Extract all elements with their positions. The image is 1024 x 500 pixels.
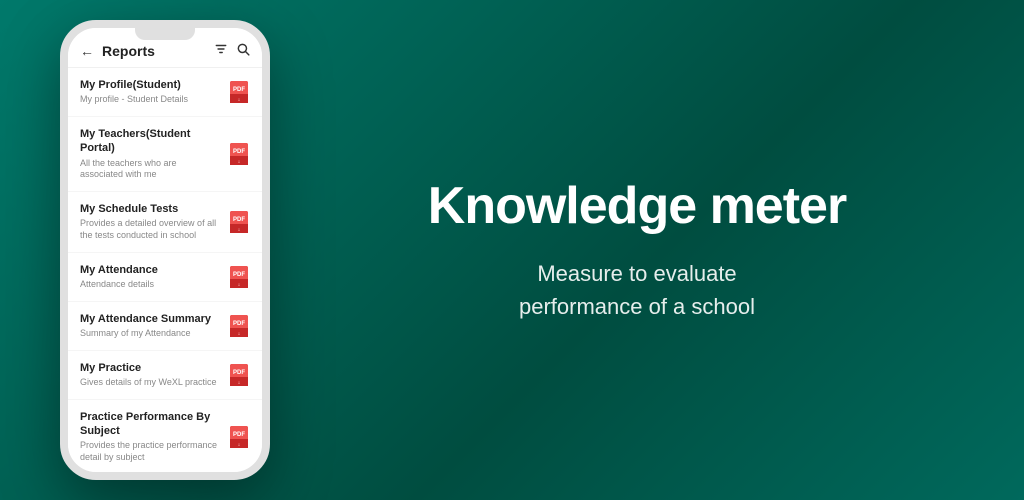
- report-item-text: My Attendance Attendance details: [80, 263, 220, 291]
- report-item-desc: Provides the practice performance detail…: [80, 440, 220, 463]
- right-content: Knowledge meter Measure to evaluate perf…: [270, 177, 964, 323]
- svg-text:PDF: PDF: [233, 217, 245, 223]
- report-item-title: Practice Performance By Subject: [80, 410, 220, 439]
- svg-text:↓: ↓: [238, 380, 241, 386]
- report-item-my-teachers[interactable]: My Teachers(Student Portal) All the teac…: [68, 117, 262, 192]
- report-item-desc: Provides a detailed overview of all the …: [80, 218, 220, 241]
- report-list: My Profile(Student) My profile - Student…: [68, 68, 262, 472]
- svg-text:↓: ↓: [238, 97, 241, 103]
- report-item-title: My Practice: [80, 361, 220, 375]
- report-item-title: My Schedule Tests: [80, 202, 220, 216]
- phone-notch: [135, 28, 195, 40]
- report-item-my-schedule-tests[interactable]: My Schedule Tests Provides a detailed ov…: [68, 192, 262, 253]
- svg-text:↓: ↓: [238, 442, 241, 448]
- svg-text:PDF: PDF: [233, 272, 245, 278]
- svg-text:↓: ↓: [238, 331, 241, 337]
- svg-text:PDF: PDF: [233, 87, 245, 93]
- phone-mockup: ← Reports My Profile(Student): [60, 20, 270, 480]
- report-item-text: My Schedule Tests Provides a detailed ov…: [80, 202, 220, 242]
- svg-text:PDF: PDF: [233, 321, 245, 327]
- report-item-desc: Gives details of my WeXL practice: [80, 377, 220, 389]
- pdf-icon[interactable]: PDF ↓: [228, 313, 250, 339]
- subheading-line2: performance of a school: [519, 294, 755, 319]
- report-item-desc: All the teachers who are associated with…: [80, 158, 220, 181]
- back-button[interactable]: ←: [80, 43, 94, 59]
- report-item-my-attendance[interactable]: My Attendance Attendance details PDF ↓: [68, 253, 262, 302]
- svg-text:↓: ↓: [238, 227, 241, 233]
- report-item-my-profile[interactable]: My Profile(Student) My profile - Student…: [68, 68, 262, 117]
- report-item-my-practice[interactable]: My Practice Gives details of my WeXL pra…: [68, 351, 262, 400]
- pdf-icon[interactable]: PDF ↓: [228, 141, 250, 167]
- pdf-icon[interactable]: PDF ↓: [228, 362, 250, 388]
- report-item-title: My Teachers(Student Portal): [80, 127, 220, 156]
- pdf-icon[interactable]: PDF ↓: [228, 424, 250, 450]
- report-item-title: My Attendance Summary: [80, 312, 220, 326]
- report-item-text: My Teachers(Student Portal) All the teac…: [80, 127, 220, 181]
- header-icons: [214, 42, 250, 59]
- subheading-line1: Measure to evaluate: [537, 261, 736, 286]
- report-item-desc: My profile - Student Details: [80, 94, 220, 106]
- report-item-text: My Attendance Summary Summary of my Atte…: [80, 312, 220, 340]
- report-item-desc: Summary of my Attendance: [80, 328, 220, 340]
- report-item-desc: Attendance details: [80, 279, 220, 291]
- header-left: ← Reports: [80, 43, 155, 59]
- report-item-my-attendance-summary[interactable]: My Attendance Summary Summary of my Atte…: [68, 302, 262, 351]
- report-item-text: My Profile(Student) My profile - Student…: [80, 78, 220, 106]
- report-item-title: My Profile(Student): [80, 78, 220, 92]
- svg-text:PDF: PDF: [233, 149, 245, 155]
- pdf-icon[interactable]: PDF ↓: [228, 209, 250, 235]
- header-title: Reports: [102, 43, 155, 59]
- pdf-icon[interactable]: PDF ↓: [228, 79, 250, 105]
- svg-text:PDF: PDF: [233, 432, 245, 438]
- filter-icon[interactable]: [214, 42, 228, 59]
- sub-heading: Measure to evaluate performance of a sch…: [519, 257, 755, 323]
- svg-text:↓: ↓: [238, 282, 241, 288]
- search-icon[interactable]: [236, 42, 250, 59]
- svg-text:↓: ↓: [238, 159, 241, 165]
- pdf-icon[interactable]: PDF ↓: [228, 264, 250, 290]
- report-item-text: Practice Performance By Subject Provides…: [80, 410, 220, 464]
- main-heading: Knowledge meter: [428, 177, 846, 237]
- svg-text:PDF: PDF: [233, 370, 245, 376]
- report-item-title: My Attendance: [80, 263, 220, 277]
- report-item-text: My Practice Gives details of my WeXL pra…: [80, 361, 220, 389]
- report-item-practice-performance[interactable]: Practice Performance By Subject Provides…: [68, 400, 262, 472]
